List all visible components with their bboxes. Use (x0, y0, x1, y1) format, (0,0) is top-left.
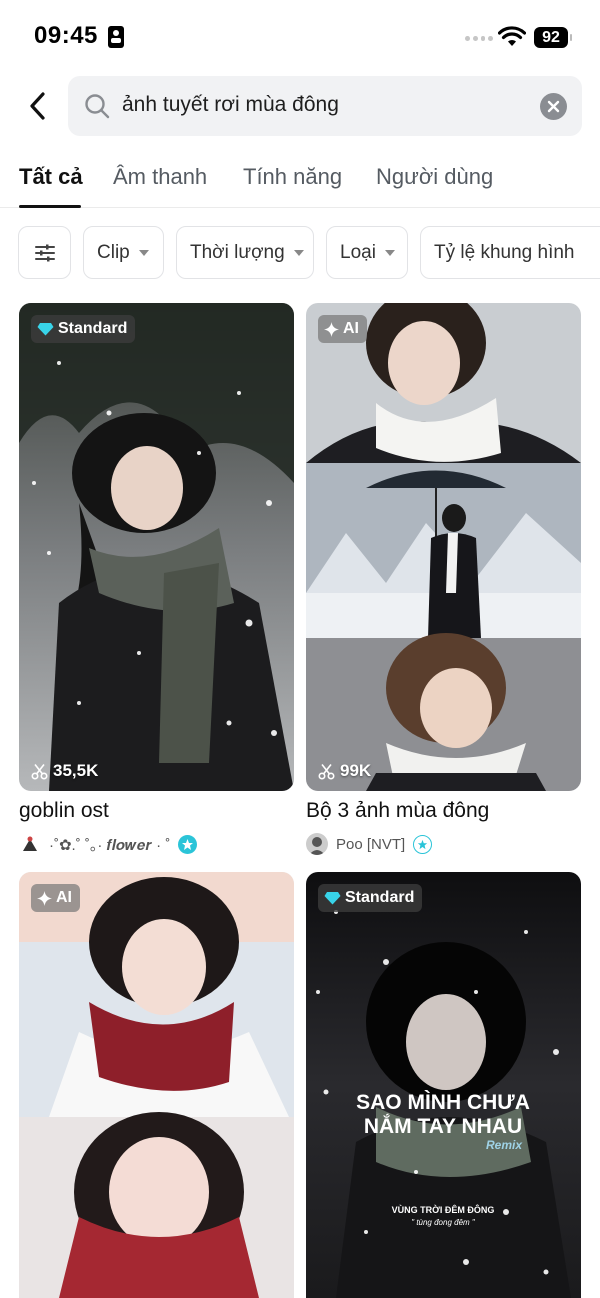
filter-settings-button[interactable] (18, 226, 71, 279)
cellular-signal-icon (465, 36, 493, 42)
battery-indicator: 92 (534, 27, 572, 48)
search-icon (85, 94, 110, 119)
filter-clip-label: Clip (97, 241, 130, 263)
wifi-icon (498, 26, 526, 46)
badge-label: Standard (58, 320, 128, 337)
back-button[interactable] (22, 88, 54, 124)
tab-all[interactable]: Tất cả (19, 164, 83, 190)
usage-count: 35,5K (31, 761, 98, 781)
filter-clip[interactable]: Clip (83, 226, 164, 279)
overlay-subtitle: VÙNG TRỜI ĐÊM ĐÔNG (391, 1205, 495, 1215)
overlay-caption: " tùng đong đêm " (411, 1218, 475, 1227)
card-title[interactable]: goblin ost (19, 799, 109, 823)
badge-label: AI (343, 320, 359, 337)
template-card[interactable]: Standard 35,5K goblin ost ·˚✿.˚ ˚。· 𝒇𝒍𝒐𝒘… (19, 303, 294, 863)
filter-aspect-ratio-label: Tỷ lệ khung hình (434, 241, 575, 263)
filter-aspect-ratio[interactable]: Tỷ lệ khung hình (420, 226, 600, 279)
template-card[interactable]: SAO MÌNH CHƯA NẮM TAY NHAU Remix VÙNG TR… (306, 872, 581, 1298)
chevron-down-icon (384, 249, 395, 256)
badge-label: Standard (345, 889, 415, 906)
diamond-icon (37, 323, 54, 336)
verified-badge-icon (178, 834, 198, 854)
chevron-left-icon (30, 92, 45, 120)
sparkle-icon (324, 321, 339, 337)
overlay-remix-tag: Remix (486, 1138, 523, 1152)
diamond-icon (324, 892, 341, 905)
sliders-icon (34, 244, 55, 261)
standard-badge: Standard (318, 884, 423, 912)
usage-count: 99K (318, 761, 371, 781)
tab-audio[interactable]: Âm thanh (113, 164, 207, 190)
ai-badge: AI (31, 884, 80, 912)
chevron-down-icon (138, 249, 149, 256)
tab-features[interactable]: Tính năng (243, 164, 342, 190)
filter-type[interactable]: Loại (326, 226, 408, 279)
thumbnail-image[interactable]: AI (19, 872, 294, 1298)
thumbnail-image[interactable]: SAO MÌNH CHƯA NẮM TAY NHAU Remix VÙNG TR… (306, 872, 581, 1298)
filter-bar: Clip Thời lượng Loại Tỷ lệ khung hình (0, 226, 600, 280)
sparkle-icon (37, 890, 52, 906)
overlay-title-line-2: NẮM TAY NHAU (363, 1115, 523, 1138)
author-name: ·˚✿.˚ ˚。· 𝒇𝒍𝒐𝒘𝒆𝒓 · ˚ (49, 836, 171, 854)
filter-type-label: Loại (340, 241, 376, 263)
badge-label: AI (56, 889, 72, 906)
template-card[interactable]: AI 99K Bộ 3 ảnh mùa đông Poo [NVT] (306, 303, 581, 863)
usage-count-value: 35,5K (53, 761, 99, 780)
standard-badge: Standard (31, 315, 136, 343)
author-name: Poo [NVT] (336, 835, 406, 853)
filter-duration-label: Thời lượng (190, 241, 285, 263)
result-tabs: Tất cả Âm thanh Tính năng Người dùng (0, 150, 600, 208)
overlay-title-line-1: SAO MÌNH CHƯA (356, 1091, 530, 1114)
thumbnail-image[interactable]: Standard 35,5K (19, 303, 294, 791)
search-query: ảnh tuyết rơi mùa đông (122, 93, 339, 116)
avatar (19, 833, 41, 855)
avatar (306, 833, 328, 855)
author-row[interactable]: ·˚✿.˚ ˚。· 𝒇𝒍𝒐𝒘𝒆𝒓 · ˚ (19, 833, 198, 855)
search-input[interactable]: ảnh tuyết rơi mùa đông (68, 76, 582, 136)
status-bar: 09:45 92 (0, 0, 600, 70)
tab-users[interactable]: Người dùng (376, 164, 493, 190)
active-tab-indicator (19, 205, 81, 208)
author-row[interactable]: Poo [NVT] (306, 833, 433, 855)
card-title[interactable]: Bộ 3 ảnh mùa đông (306, 799, 489, 823)
verified-badge-icon (413, 834, 433, 854)
clear-search-icon[interactable] (540, 93, 567, 120)
contact-card-icon (108, 26, 124, 48)
filter-duration[interactable]: Thời lượng (176, 226, 314, 279)
thumbnail-image[interactable]: AI 99K (306, 303, 581, 791)
chevron-down-icon (293, 249, 304, 256)
status-time: 09:45 (34, 22, 98, 49)
scissors-icon (318, 763, 335, 780)
scissors-icon (31, 763, 48, 780)
ai-badge: AI (318, 315, 367, 343)
template-card[interactable]: AI (19, 872, 294, 1298)
usage-count-value: 99K (340, 761, 372, 780)
